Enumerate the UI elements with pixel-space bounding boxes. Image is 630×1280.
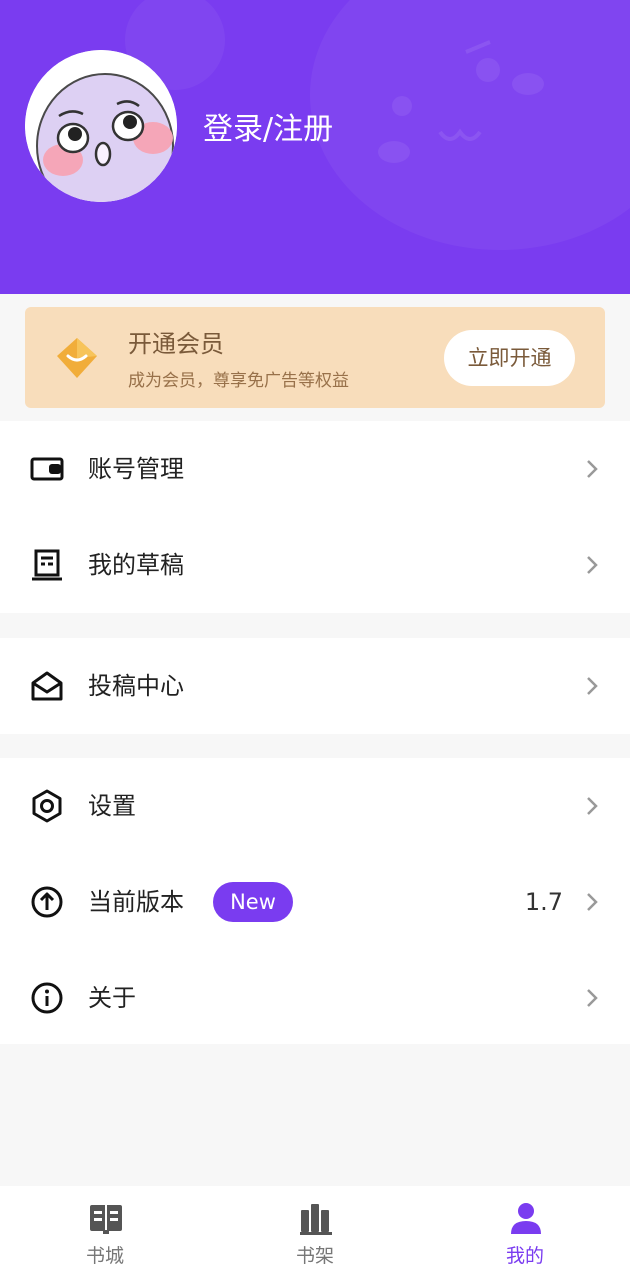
tab-label-mine: 我的 — [505, 1245, 544, 1267]
envelope-open-icon — [31, 671, 63, 701]
chevron-right-icon — [587, 677, 598, 695]
diamond-vip-icon — [57, 338, 97, 378]
chevron-right-icon — [587, 989, 598, 1007]
menu-item-version[interactable]: 当前版本 New 1.7 — [0, 854, 630, 950]
tab-label-bookstore: 书城 — [85, 1245, 124, 1267]
menu-group-account: 账号管理 我的草稿 — [0, 421, 630, 613]
chevron-right-icon — [587, 893, 598, 911]
tab-bookshelf[interactable]: 书架 — [210, 1186, 420, 1280]
info-icon — [31, 982, 63, 1014]
login-register-link[interactable]: 登录/注册 — [203, 110, 333, 150]
vip-title: 开通会员 — [128, 330, 224, 358]
profile-header: 登录/注册 — [0, 0, 630, 294]
chevron-right-icon — [587, 556, 598, 574]
tab-label-bookshelf: 书架 — [295, 1245, 334, 1267]
menu-item-account[interactable]: 账号管理 — [0, 421, 630, 517]
menu-group-submission: 投稿中心 — [0, 638, 630, 734]
header-face-doodle — [378, 40, 544, 163]
menu-label-settings: 设置 — [88, 792, 136, 820]
vip-subtitle: 成为会员，尊享免广告等权益 — [128, 371, 349, 391]
new-badge: New — [213, 882, 293, 922]
menu-label-drafts: 我的草稿 — [88, 551, 184, 579]
menu-group-app: 设置 当前版本 New 1.7 关于 — [0, 758, 630, 1044]
tab-mine[interactable]: 我的 — [420, 1186, 630, 1280]
avatar[interactable] — [25, 50, 177, 202]
bookshelf-icon — [300, 1204, 332, 1235]
vip-membership-card[interactable]: 开通会员 成为会员，尊享免广告等权益 立即开通 — [25, 307, 605, 408]
person-icon — [511, 1203, 541, 1234]
open-vip-button[interactable]: 立即开通 — [444, 330, 575, 386]
arrow-up-circle-icon — [31, 886, 63, 918]
menu-item-submission[interactable]: 投稿中心 — [0, 638, 630, 734]
tab-bookstore[interactable]: 书城 — [0, 1186, 210, 1280]
menu-label-account: 账号管理 — [88, 455, 184, 483]
menu-item-about[interactable]: 关于 — [0, 950, 630, 1046]
version-number: 1.7 — [524, 888, 563, 916]
bottom-tab-bar: 书城 书架 我的 — [0, 1186, 630, 1280]
menu-label-submission: 投稿中心 — [88, 672, 184, 700]
menu-item-drafts[interactable]: 我的草稿 — [0, 517, 630, 613]
menu-label-about: 关于 — [88, 984, 136, 1012]
wallet-icon — [30, 457, 64, 481]
menu-item-settings[interactable]: 设置 — [0, 758, 630, 854]
book-open-icon — [90, 1205, 122, 1234]
draft-document-icon — [32, 549, 62, 581]
avatar-face-icon — [25, 50, 177, 202]
gear-icon — [32, 789, 62, 823]
chevron-right-icon — [587, 460, 598, 478]
chevron-right-icon — [587, 797, 598, 815]
menu-label-version: 当前版本 — [88, 888, 184, 916]
